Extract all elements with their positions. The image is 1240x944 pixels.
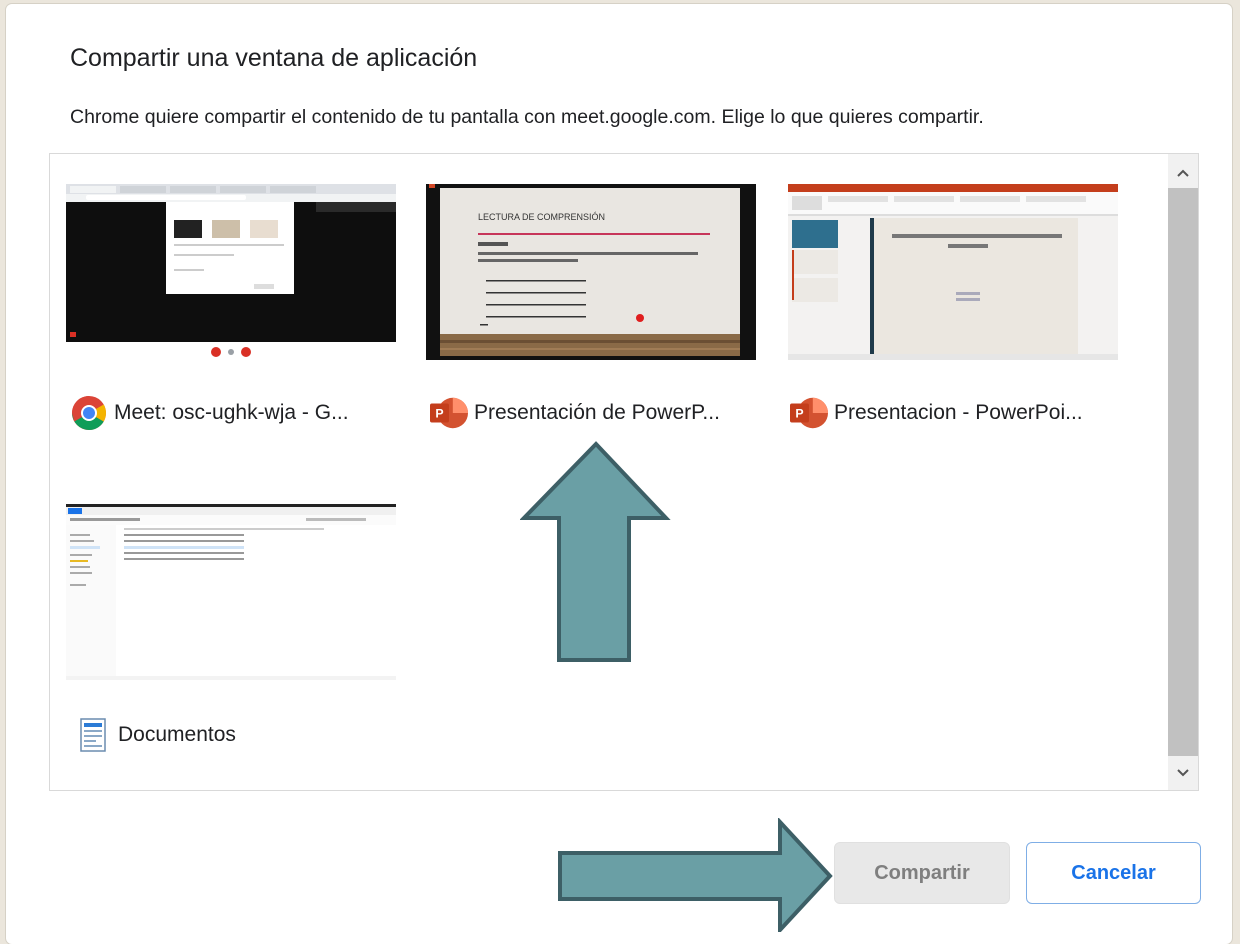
window-label-presentation-2: Presentacion - PowerPoi... [834, 401, 1083, 424]
cancel-button[interactable]: Cancelar [1026, 842, 1201, 904]
chrome-icon [70, 394, 108, 432]
window-label-presentation-1: Presentación de PowerP... [474, 401, 720, 424]
dialog-subtitle: Chrome quiere compartir el contenido de … [70, 106, 984, 128]
powerpoint-icon: P [790, 394, 828, 432]
share-button[interactable]: Compartir [834, 842, 1010, 904]
window-thumbnail-presentation-editor[interactable] [788, 184, 1118, 360]
window-item-presentation-2[interactable]: P Presentacion - PowerPoi... [790, 394, 1083, 432]
window-item-presentation-1[interactable]: P Presentación de PowerP... [430, 394, 720, 432]
scroll-up-icon[interactable] [1168, 158, 1198, 188]
scroll-down-icon[interactable] [1168, 758, 1198, 788]
window-label-meet: Meet: osc-ughk-wja - G... [114, 401, 349, 424]
scroll-thumb[interactable] [1168, 188, 1198, 756]
window-item-documents[interactable]: Documentos [74, 716, 236, 754]
window-thumbnail-meet[interactable] [66, 184, 396, 360]
arrow-up-annotation [520, 441, 671, 662]
svg-text:P: P [435, 407, 443, 421]
window-thumbnail-presentation-slideshow[interactable]: LECTURA DE COMPRENSIÓN [426, 184, 756, 360]
arrow-right-annotation [558, 818, 833, 932]
window-label-documents: Documentos [118, 723, 236, 746]
dialog-title: Compartir una ventana de aplicación [70, 44, 478, 72]
powerpoint-icon: P [430, 394, 468, 432]
svg-text:P: P [795, 407, 803, 421]
file-explorer-icon [74, 716, 112, 754]
window-list-scrollbar[interactable] [1168, 154, 1198, 790]
window-thumbnail-documents[interactable] [66, 504, 396, 680]
slide-title-text: LECTURA DE COMPRENSIÓN [478, 212, 605, 222]
window-item-meet[interactable]: Meet: osc-ughk-wja - G... [70, 394, 349, 432]
